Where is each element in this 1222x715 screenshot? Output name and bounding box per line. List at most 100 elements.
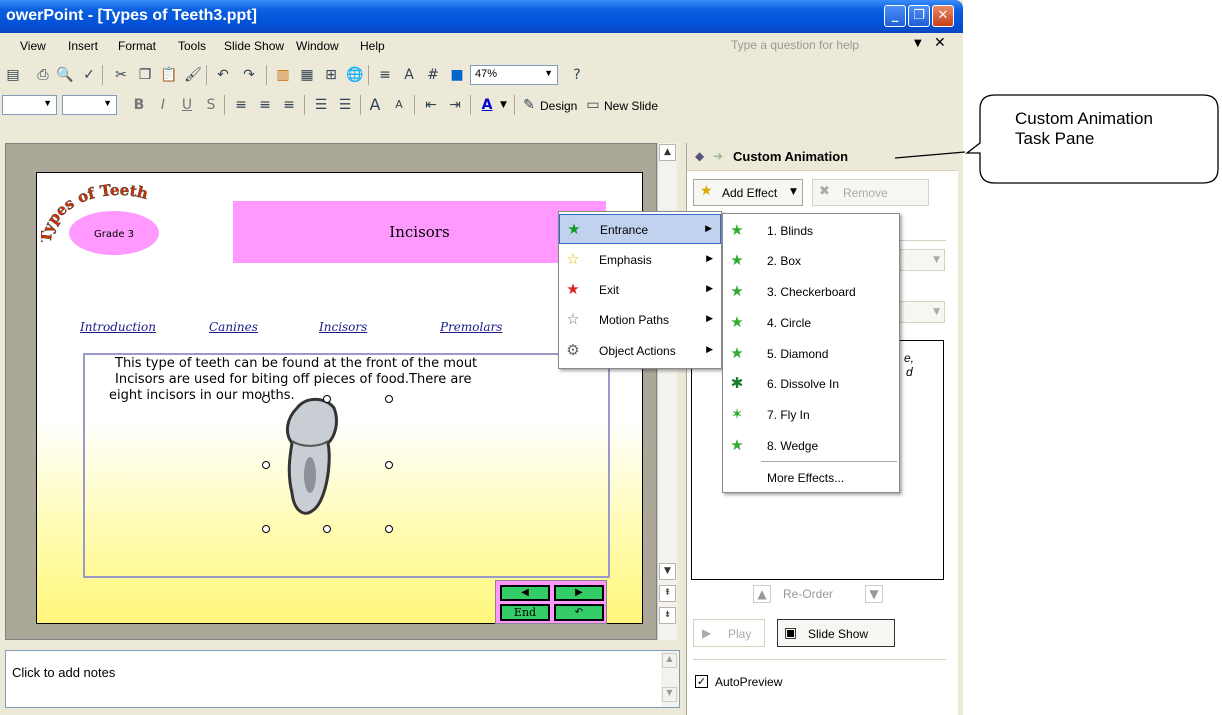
help-icon[interactable]: ? xyxy=(568,66,586,84)
move-down-icon[interactable]: ▼ xyxy=(865,585,883,603)
menu-tools[interactable]: Tools xyxy=(178,39,206,53)
menu-item-entrance[interactable]: ★ Entrance ▶ xyxy=(559,214,721,244)
entrance-effect-circle[interactable]: ★ 4. Circle xyxy=(723,308,899,338)
copy-icon[interactable]: ❐ xyxy=(136,66,154,84)
previous-slide-button[interactable]: ⇞ xyxy=(659,585,676,602)
remove-button[interactable]: ✖ Remove xyxy=(812,179,929,206)
increase-indent-icon[interactable]: ⇥ xyxy=(446,96,464,114)
menu-insert[interactable]: Insert xyxy=(68,39,98,53)
minimize-button[interactable]: _ xyxy=(884,5,906,27)
show-formatting-icon[interactable]: A xyxy=(400,66,418,84)
slide-show-button[interactable]: ▣ Slide Show xyxy=(777,619,895,647)
maximize-button[interactable]: ❐ xyxy=(908,5,930,27)
new-slide-icon[interactable]: ▭ xyxy=(584,96,602,114)
link-incisors[interactable]: Incisors xyxy=(319,320,367,334)
resize-handle[interactable] xyxy=(385,395,393,403)
entrance-effect-wedge[interactable]: ★ 8. Wedge xyxy=(723,431,899,461)
insert-table-icon[interactable]: ▦ xyxy=(298,66,316,84)
entrance-effect-diamond[interactable]: ★ 5. Diamond xyxy=(723,339,899,369)
entrance-effect-checkerboard[interactable]: ★ 3. Checkerboard xyxy=(723,277,899,307)
menu-window[interactable]: Window xyxy=(296,39,339,53)
incisor-tooth-image[interactable] xyxy=(262,393,392,528)
bullets-icon[interactable]: ☰ xyxy=(336,96,354,114)
font-select[interactable]: ▼ xyxy=(2,95,57,115)
show-grid-icon[interactable]: # xyxy=(424,66,442,84)
design-icon[interactable]: ✎ xyxy=(520,96,538,114)
menu-slide-show[interactable]: Slide Show xyxy=(224,39,284,53)
numbering-icon[interactable]: ☰ xyxy=(312,96,330,114)
close-button[interactable]: ✕ xyxy=(932,5,954,27)
design-button[interactable]: Design xyxy=(540,99,577,113)
format-painter-icon[interactable]: 🖌 xyxy=(184,66,202,84)
resize-handle[interactable] xyxy=(262,525,270,533)
redo-icon[interactable]: ↷ xyxy=(240,66,258,84)
decrease-font-icon[interactable]: A xyxy=(390,96,408,114)
menu-view[interactable]: View xyxy=(20,39,46,53)
menu-format[interactable]: Format xyxy=(118,39,156,53)
scroll-up-button[interactable]: ▲ xyxy=(659,144,676,161)
return-button[interactable]: ↶ xyxy=(554,604,604,621)
menu-item-emphasis[interactable]: ☆ Emphasis ▶ xyxy=(559,245,721,275)
cut-icon[interactable]: ✂ xyxy=(112,66,130,84)
help-dropdown-icon[interactable]: ▼ xyxy=(914,38,922,49)
play-button[interactable]: ▶ Play xyxy=(693,619,765,647)
link-premolars[interactable]: Premolars xyxy=(440,320,502,334)
notes-scroll-down[interactable]: ▼ xyxy=(662,687,677,702)
bold-icon[interactable]: B xyxy=(130,96,148,114)
shadow-icon[interactable]: S xyxy=(202,96,220,114)
print-preview-icon[interactable]: 🔍 xyxy=(56,66,74,84)
notes-scrollbar[interactable]: ▲ ▼ xyxy=(661,651,679,707)
notes-pane[interactable]: Click to add notes ▲ ▼ xyxy=(5,650,680,708)
menu-item-exit[interactable]: ★ Exit ▶ xyxy=(559,275,721,305)
entrance-effect-fly-in[interactable]: ✶ 7. Fly In xyxy=(723,400,899,430)
spelling-icon[interactable]: ✓ xyxy=(80,66,98,84)
permission-icon[interactable]: ▤ xyxy=(4,66,22,84)
align-left-icon[interactable]: ≡ xyxy=(232,96,250,114)
font-size-select[interactable]: ▼ xyxy=(62,95,117,115)
entrance-effect-box[interactable]: ★ 2. Box xyxy=(723,246,899,276)
resize-handle[interactable] xyxy=(323,525,331,533)
color-grayscale-icon[interactable]: ■ xyxy=(448,66,466,84)
link-introduction[interactable]: Introduction xyxy=(80,320,156,334)
move-up-icon[interactable]: ▲ xyxy=(753,585,771,603)
entrance-effect-dissolve-in[interactable]: ✱ 6. Dissolve In xyxy=(723,369,899,399)
tables-borders-icon[interactable]: ⊞ xyxy=(322,66,340,84)
resize-handle[interactable] xyxy=(385,461,393,469)
align-center-icon[interactable]: ≡ xyxy=(256,96,274,114)
forward-arrow-icon[interactable]: ➜ xyxy=(713,149,723,163)
zoom-select[interactable]: 47% ▼ xyxy=(470,65,558,85)
end-button[interactable]: End xyxy=(500,604,550,621)
previous-button[interactable]: ◀ xyxy=(500,585,550,601)
undo-icon[interactable]: ↶ xyxy=(214,66,232,84)
paste-icon[interactable]: 📋 xyxy=(160,66,178,84)
next-slide-button[interactable]: ⇟ xyxy=(659,607,676,624)
menu-item-motion-paths[interactable]: ☆ Motion Paths ▶ xyxy=(559,305,721,335)
expand-all-icon[interactable]: ≡ xyxy=(376,66,394,84)
entrance-effect-blinds[interactable]: ★ 1. Blinds xyxy=(723,216,899,246)
menu-help[interactable]: Help xyxy=(360,39,385,53)
close-document-icon[interactable]: ✕ xyxy=(934,35,946,51)
align-right-icon[interactable]: ≡ xyxy=(280,96,298,114)
add-effect-button[interactable]: ★ Add Effect ▼ xyxy=(693,179,803,206)
slide-canvas[interactable]: Types of Teeth Grade 3 Incisors Introduc… xyxy=(36,172,643,624)
next-button[interactable]: ▶ xyxy=(554,585,604,601)
autopreview-checkbox[interactable]: ✓ xyxy=(695,675,708,688)
underline-icon[interactable]: U xyxy=(178,96,196,114)
link-canines[interactable]: Canines xyxy=(209,320,258,334)
font-color-icon[interactable]: A xyxy=(478,96,496,114)
notes-scroll-up[interactable]: ▲ xyxy=(662,653,677,668)
help-search-input[interactable]: Type a question for help xyxy=(725,36,895,55)
insert-hyperlink-icon[interactable]: 🌐 xyxy=(346,66,364,84)
font-color-dropdown-icon[interactable]: ▼ xyxy=(500,100,507,110)
new-slide-button[interactable]: New Slide xyxy=(604,99,658,113)
back-arrow-icon[interactable]: ◆ xyxy=(695,149,704,163)
decrease-indent-icon[interactable]: ⇤ xyxy=(422,96,440,114)
scroll-down-button[interactable]: ▼ xyxy=(659,563,676,580)
increase-font-icon[interactable]: A xyxy=(366,96,384,114)
resize-handle[interactable] xyxy=(262,461,270,469)
insert-chart-icon[interactable]: ▥ xyxy=(274,66,292,84)
italic-icon[interactable]: I xyxy=(154,96,172,114)
resize-handle[interactable] xyxy=(385,525,393,533)
resize-handle[interactable] xyxy=(262,395,270,403)
print-icon[interactable]: ⎙ xyxy=(34,66,52,84)
